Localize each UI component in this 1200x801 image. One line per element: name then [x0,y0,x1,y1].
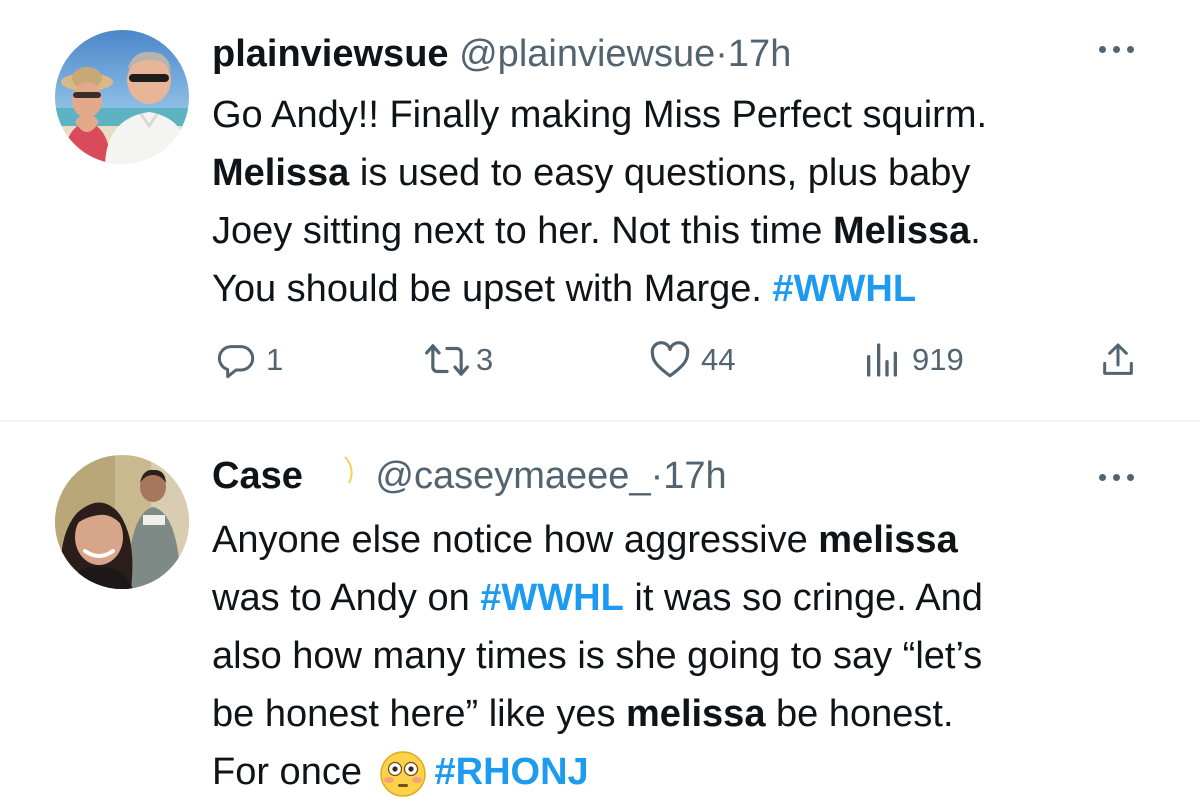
text-run: You should be upset with Marge. [212,268,773,310]
bold-mention: Melissa [212,152,350,194]
hashtag-link[interactable]: #RHONJ [435,751,589,793]
more-icon[interactable] [1097,43,1137,55]
like-button[interactable]: 44 [649,330,735,390]
more-icon[interactable] [1097,471,1137,483]
views-button[interactable]: 919 [862,330,964,390]
reply-icon [217,345,255,379]
text-line: Joey sitting next to her. Not this time … [212,202,1172,260]
action-bar: 1 3 44 919 [212,330,1152,390]
text-run: is used to easy questions, plus baby [349,152,971,194]
share-button[interactable] [1098,330,1138,390]
crescent-moon-icon [310,456,353,495]
flushed-face-icon [379,751,426,797]
retweet-icon [425,344,469,376]
views-count: 919 [912,342,964,377]
reply-count: 1 [266,342,284,377]
separator-dot: · [650,455,664,497]
text-run: be honest here” like yes [212,693,627,735]
timestamp[interactable]: 17h [728,33,791,75]
display-name[interactable]: Case [212,455,303,497]
tweet-header: plainviewsue @plainviewsue·17h [212,29,791,79]
bold-mention: melissa [626,693,766,735]
hashtag-link[interactable]: #WWHL [480,577,624,619]
views-icon [867,343,897,377]
tweet-text: Anyone else notice how aggressive meliss… [212,511,1172,801]
bold-mention: melissa [818,519,958,561]
text-run: Anyone else notice how aggressive [212,519,819,561]
like-icon [650,341,690,378]
tweet[interactable]: Case @caseymaeee_·17h Anyone else notice… [0,422,1200,797]
text-line: be honest here” like yes melissa be hone… [212,685,1172,743]
text-line: You should be upset with Marge. #WWHL [212,260,1172,318]
like-count: 44 [701,342,736,377]
reply-button[interactable]: 1 [216,330,283,390]
display-name[interactable]: plainviewsue [212,33,449,75]
avatar[interactable] [55,455,189,589]
user-handle[interactable]: @plainviewsue [459,33,715,75]
text-line: Anyone else notice how aggressive meliss… [212,511,1172,569]
text-line: was to Andy on #WWHL it was so cringe. A… [212,569,1172,627]
text-run: it was so cringe. And [623,577,983,619]
text-line: also how many times is she going to say … [212,627,1172,685]
user-handle[interactable]: @caseymaeee_ [375,455,650,497]
text-line: Go Andy!! Finally making Miss Perfect sq… [212,86,1172,144]
text-line: For once #RHONJ [212,743,1172,801]
text-run: . [970,210,981,252]
tweet[interactable]: plainviewsue @plainviewsue·17h Go Andy!!… [0,0,1200,420]
text-run: For once [212,751,373,793]
share-icon [1103,343,1133,375]
tweet-header: Case @caseymaeee_·17h [212,451,727,501]
text-run: Go Andy!! Finally making Miss Perfect sq… [212,94,988,136]
avatar[interactable] [55,30,189,164]
hashtag-link[interactable]: #WWHL [773,268,917,310]
bold-mention: Melissa [832,210,971,252]
text-run: Joey sitting next to her. Not this time [212,210,833,252]
retweet-count: 3 [476,342,494,377]
text-run: be honest. [765,693,954,735]
retweet-button[interactable]: 3 [424,330,493,390]
separator-dot: · [715,33,728,75]
timestamp[interactable]: 17h [663,455,726,497]
text-run: also how many times is she going to say … [212,635,983,677]
text-run: was to Andy on [212,577,481,619]
text-line: Melissa is used to easy questions, plus … [212,144,1172,202]
tweet-text: Go Andy!! Finally making Miss Perfect sq… [212,86,1172,318]
